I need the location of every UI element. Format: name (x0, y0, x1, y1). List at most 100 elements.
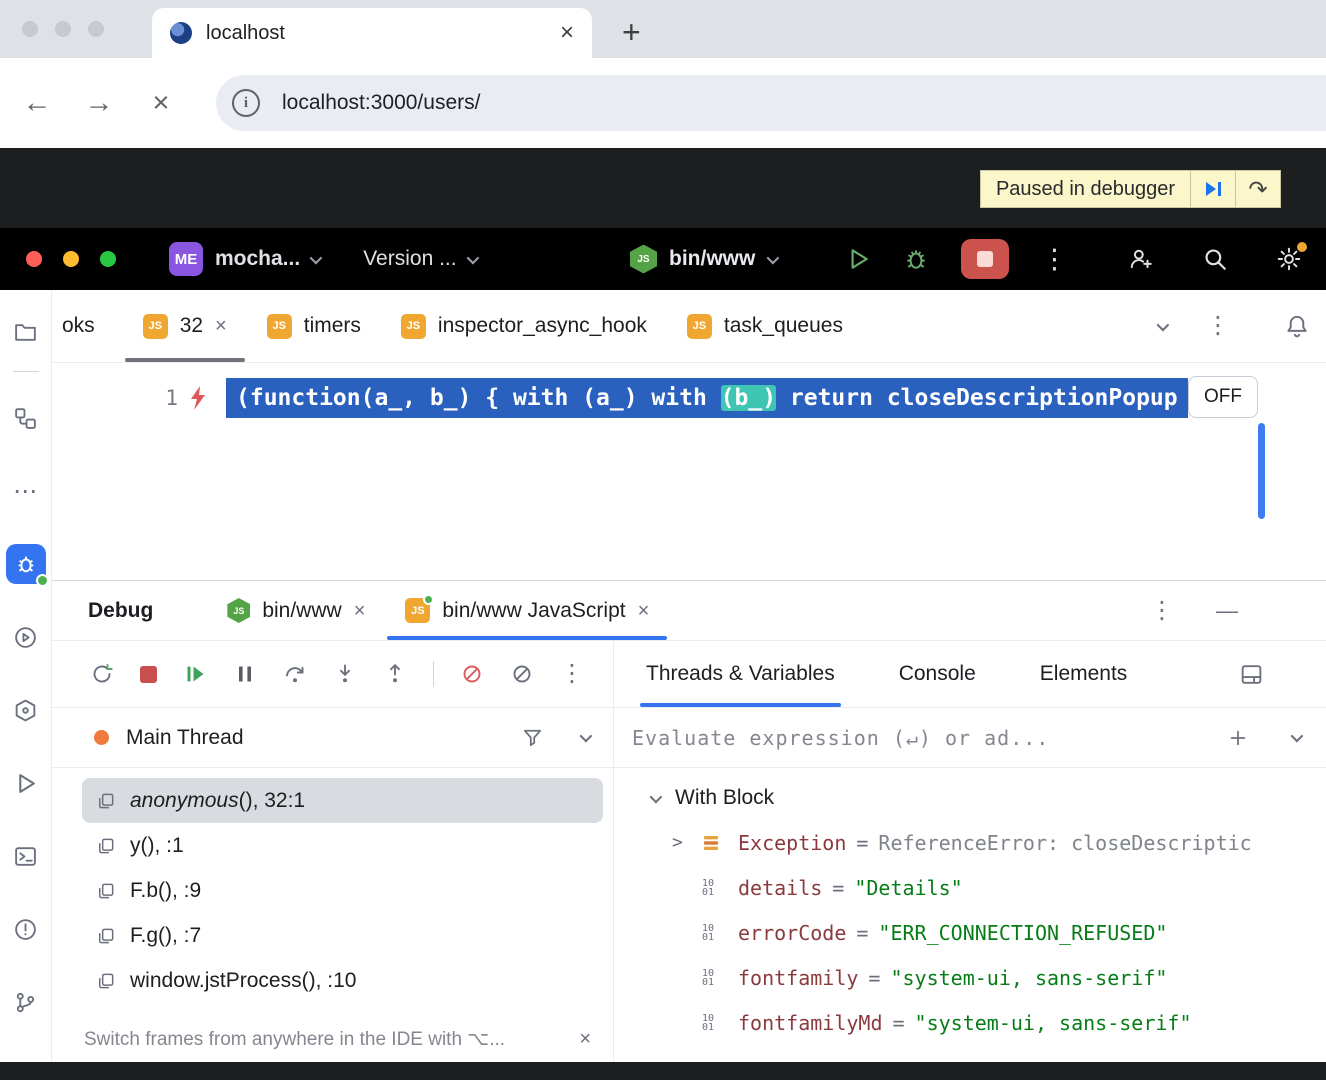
tab-console[interactable]: Console (893, 641, 982, 707)
address-bar[interactable]: i localhost:3000/users/ (216, 75, 1326, 131)
step-out-icon[interactable] (383, 662, 407, 686)
traffic-light-close[interactable] (22, 21, 38, 37)
resume-icon[interactable] (183, 662, 207, 686)
tabs-options-icon[interactable]: ⋮ (1206, 314, 1230, 338)
collapse-chevron-icon[interactable] (650, 790, 663, 803)
tab-close-icon[interactable]: × (354, 601, 366, 621)
debugger-step-over-button[interactable]: ↷ (1236, 170, 1281, 208)
more-actions-button[interactable]: ⋮ (1041, 246, 1068, 273)
pause-icon[interactable] (233, 662, 257, 686)
binary-bottom: 01 (702, 1022, 714, 1033)
editor-tab-inspector-async-hook[interactable]: JS inspector_async_hook (381, 290, 667, 362)
titlebar-right-actions (1128, 246, 1302, 272)
ide-traffic-light-minimize[interactable] (63, 251, 79, 267)
debug-tool-icon[interactable] (6, 544, 46, 584)
thread-dropdown-chevron[interactable] (580, 730, 593, 743)
debug-options-icon[interactable]: ⋮ (1150, 599, 1174, 623)
scope-row[interactable]: With Block (614, 776, 1326, 820)
debug-tab-bin-www-javascript[interactable]: JS bin/www JavaScript × (385, 581, 669, 640)
tab-close-icon[interactable]: × (638, 601, 650, 621)
stack-frame-row[interactable]: window.jstProcess(), :10 (82, 958, 603, 1003)
variable-name: Exception (738, 831, 846, 855)
services-tool-icon[interactable] (6, 617, 46, 657)
stop-button[interactable] (961, 239, 1009, 279)
frame-icon (96, 926, 116, 946)
stack-frame-row[interactable]: F.b(), :9 (82, 868, 603, 913)
run-tool-icon[interactable] (6, 763, 46, 803)
editor-scrollbar-thumb[interactable] (1258, 423, 1265, 519)
add-watch-icon[interactable] (1227, 727, 1249, 749)
tab-close-icon[interactable]: × (560, 21, 574, 45)
hide-panel-icon[interactable]: — (1216, 600, 1238, 622)
project-logo[interactable]: ME (169, 242, 203, 276)
eval-expand-chevron[interactable] (1291, 730, 1304, 743)
view-breakpoints-icon[interactable] (460, 662, 484, 686)
project-selector[interactable]: mocha... (215, 247, 300, 271)
notifications-bell-icon[interactable] (1284, 313, 1310, 339)
traffic-light-minimize[interactable] (55, 21, 71, 37)
browser-tab[interactable]: localhost × (152, 8, 592, 58)
structure-tool-icon[interactable] (6, 398, 46, 438)
stop-icon[interactable] (140, 666, 157, 683)
execution-point-icon[interactable] (178, 385, 218, 411)
thread-selector[interactable]: Main Thread (52, 708, 613, 768)
tab-threads-variables[interactable]: Threads & Variables (640, 641, 841, 707)
search-icon[interactable] (1202, 246, 1228, 272)
vcs-branch-selector[interactable]: Version ... (363, 247, 456, 271)
variable-value: ReferenceError: closeDescriptic (878, 831, 1251, 855)
stop-loading-button[interactable]: × (130, 87, 192, 120)
debug-toolbar-options-icon[interactable]: ⋮ (560, 662, 584, 686)
variable-row[interactable]: 10 01 fontfamilyMd = "system-ui, sans-se… (614, 1000, 1326, 1045)
ide-traffic-light-zoom[interactable] (100, 251, 116, 267)
version-control-tool-icon[interactable] (6, 982, 46, 1022)
tab-close-icon[interactable]: × (215, 316, 227, 336)
filter-icon[interactable] (521, 726, 544, 749)
back-button[interactable]: ← (6, 87, 68, 120)
problems-tool-icon[interactable] (6, 909, 46, 949)
settings-button[interactable] (1276, 246, 1302, 272)
expand-chevron-icon[interactable]: > (672, 832, 702, 853)
stop-square-icon (977, 251, 993, 267)
stack-frame-row[interactable]: y(), :1 (82, 823, 603, 868)
evaluate-expression-input[interactable]: Evaluate expression (↵) or ad... (614, 708, 1326, 768)
editor-tab-task-queues[interactable]: JS task_queues (667, 290, 863, 362)
tab-elements[interactable]: Elements (1034, 641, 1134, 707)
off-badge[interactable]: OFF (1188, 376, 1258, 418)
variable-row[interactable]: 10 01 details = "Details" (614, 865, 1326, 910)
step-over-icon[interactable] (283, 662, 307, 686)
debug-button[interactable] (903, 246, 929, 272)
project-tool-icon[interactable] (6, 312, 46, 352)
ide-traffic-light-close[interactable] (26, 251, 42, 267)
editor-tab-timers[interactable]: JS timers (247, 290, 381, 362)
code-with-me-icon[interactable] (1128, 246, 1154, 272)
editor-tab-32[interactable]: JS 32 × (123, 290, 247, 362)
variable-row[interactable]: 10 01 fontfamily = "system-ui, sans-seri… (614, 955, 1326, 1000)
debugger-resume-button[interactable] (1191, 170, 1236, 208)
step-into-icon[interactable] (333, 662, 357, 686)
debug-tab-bin-www[interactable]: JS bin/www × (207, 581, 385, 640)
stack-frame-row[interactable]: anonymous(), 32:1 (82, 778, 603, 823)
more-tools-icon[interactable]: ⋯ (6, 471, 46, 511)
variable-row[interactable]: > Exception = ReferenceError: closeDescr… (614, 820, 1326, 865)
run-button[interactable] (845, 246, 871, 272)
new-tab-button[interactable]: + (622, 16, 641, 48)
variables-tree: With Block > Exception = (614, 768, 1326, 1062)
code-editor[interactable]: 1 (function(a_, b_) { with (a_) with (b_… (52, 363, 1326, 580)
debug-header-controls: ⋮ — (1150, 599, 1326, 623)
tabs-dropdown-icon[interactable] (1157, 318, 1170, 331)
hint-close-icon[interactable]: × (579, 1029, 591, 1049)
rerun-icon[interactable] (90, 662, 114, 686)
stack-frame-row[interactable]: F.g(), :7 (82, 913, 603, 958)
forward-button[interactable]: → (68, 87, 130, 120)
run-config-selector[interactable]: bin/www (669, 247, 755, 271)
terminal-tool-icon[interactable] (6, 836, 46, 876)
browser-toolbar: ← → × i localhost:3000/users/ (0, 58, 1326, 148)
site-info-icon[interactable]: i (232, 89, 260, 117)
layout-settings-icon[interactable] (1239, 662, 1264, 687)
run-configuration-widget[interactable]: JS bin/www (630, 245, 776, 274)
traffic-light-zoom[interactable] (88, 21, 104, 37)
mute-breakpoints-icon[interactable] (510, 662, 534, 686)
editor-tab-partial[interactable]: oks (52, 314, 123, 338)
variable-row[interactable]: 10 01 errorCode = "ERR_CONNECTION_REFUSE… (614, 910, 1326, 955)
hexagon-tool-icon[interactable] (6, 690, 46, 730)
